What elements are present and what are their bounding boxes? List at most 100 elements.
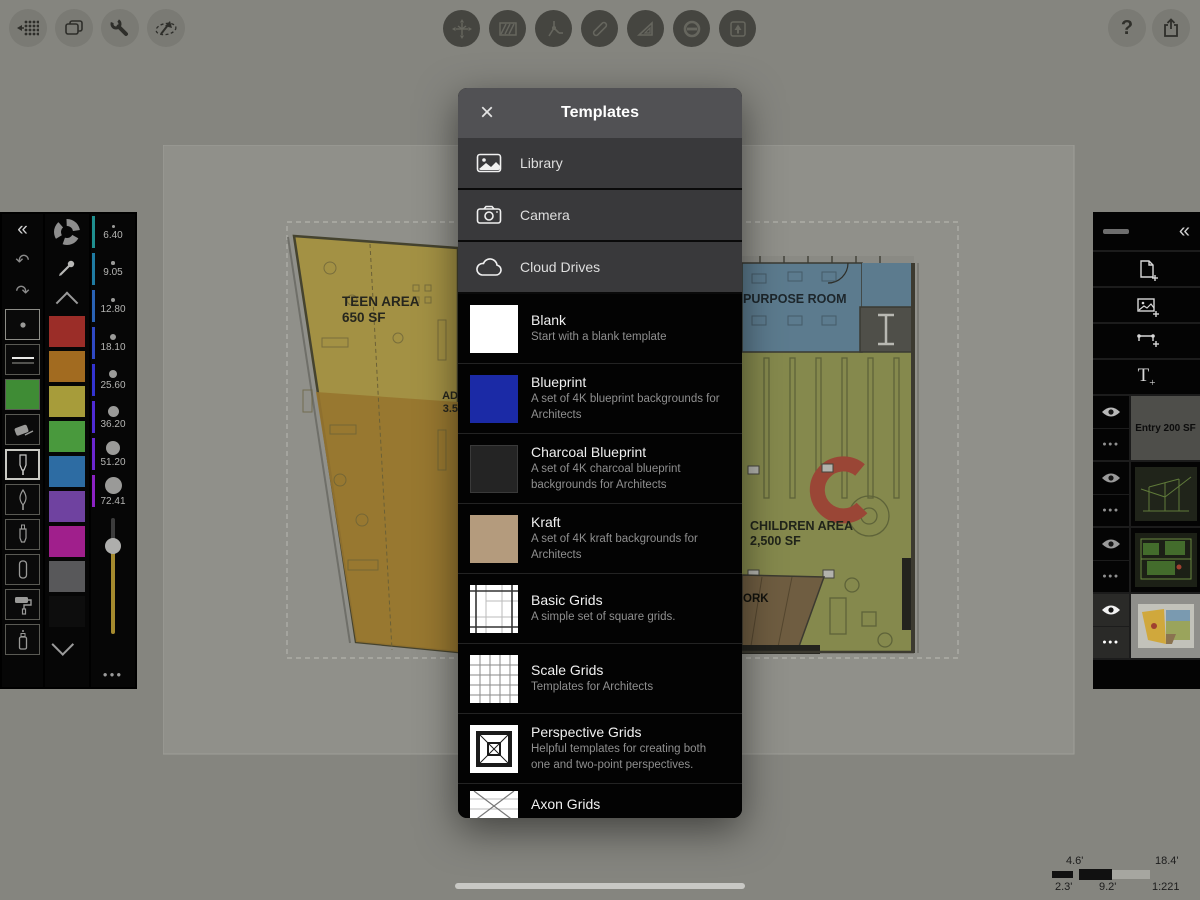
- eraser-icon: [12, 422, 34, 438]
- source-cloud-drives[interactable]: Cloud Drives: [458, 242, 742, 294]
- swatch-black[interactable]: [49, 596, 85, 627]
- ruler-tool-button[interactable]: [581, 10, 618, 47]
- panel-drag-handle[interactable]: [1103, 229, 1129, 234]
- hatch-fill-icon: [497, 18, 519, 40]
- help-button[interactable]: ?: [1108, 9, 1146, 47]
- brush-size-option[interactable]: 25.60: [91, 362, 135, 399]
- source-camera[interactable]: Camera: [458, 190, 742, 242]
- layer-options-button[interactable]: ●●●: [1093, 627, 1129, 659]
- stamp-tool-button[interactable]: [719, 10, 756, 47]
- active-color-well[interactable]: [5, 379, 40, 410]
- swatch-green[interactable]: [49, 421, 85, 452]
- swatch-purple[interactable]: [49, 491, 85, 522]
- template-thumbnail: [470, 515, 518, 563]
- collapse-left-panel-button[interactable]: «: [2, 214, 43, 245]
- layer-options-button[interactable]: ●●●: [1093, 429, 1129, 461]
- layer-row[interactable]: ●●● Entry 200 SF: [1093, 396, 1200, 462]
- undo-button[interactable]: ↶: [2, 245, 43, 276]
- airbrush-tool[interactable]: [5, 624, 40, 655]
- layer-visibility-button[interactable]: [1093, 462, 1129, 495]
- fineliner-pen-tool[interactable]: [5, 449, 40, 480]
- cloud-icon: [475, 258, 503, 277]
- eyedropper-button[interactable]: [45, 250, 89, 286]
- brush-size-option[interactable]: 51.20: [91, 436, 135, 473]
- add-selection-button[interactable]: [1093, 324, 1200, 360]
- source-library[interactable]: Library: [458, 138, 742, 190]
- layer-options-button[interactable]: ●●●: [1093, 495, 1129, 527]
- teen-area-label: TEEN AREA: [342, 294, 420, 309]
- template-charcoal-blueprint[interactable]: Charcoal Blueprint A set of 4K charcoal …: [458, 434, 742, 504]
- brush-size-option[interactable]: 18.10: [91, 325, 135, 362]
- collapse-right-panel-button[interactable]: «: [1179, 220, 1190, 243]
- swatch-scroll-down-button[interactable]: [45, 629, 89, 663]
- scale-bar-light: [1112, 870, 1150, 879]
- swatch-gray[interactable]: [49, 561, 85, 592]
- brush-size-option[interactable]: 6.40: [91, 214, 135, 251]
- documents-button[interactable]: [55, 9, 93, 47]
- chisel-marker-tool[interactable]: [5, 554, 40, 585]
- transform-tool-button[interactable]: [443, 10, 480, 47]
- template-desc: A set of 4K kraft backgrounds for Archit…: [531, 532, 721, 562]
- layer-options-button[interactable]: ●●●: [1093, 561, 1129, 593]
- line-weight-tool[interactable]: [5, 344, 40, 375]
- brush-options-button[interactable]: ●●●: [91, 661, 135, 687]
- color-wheel-button[interactable]: [45, 214, 89, 250]
- template-blank[interactable]: Blank Start with a blank template: [458, 294, 742, 364]
- share-button[interactable]: [1152, 9, 1190, 47]
- brush-pen-tool[interactable]: [5, 484, 40, 515]
- layer-row[interactable]: ●●●: [1093, 528, 1200, 594]
- slider-handle[interactable]: [105, 538, 121, 554]
- plan-sketch-thumbnail: [1135, 533, 1197, 587]
- precision-tool-button[interactable]: [535, 10, 572, 47]
- layer-row-selected[interactable]: ●●●: [1093, 594, 1200, 660]
- swatch-red[interactable]: [49, 316, 85, 347]
- brush-size-option[interactable]: 36.20: [91, 399, 135, 436]
- swatch-orange[interactable]: [49, 351, 85, 382]
- soft-pencil-tool[interactable]: [5, 309, 40, 340]
- home-indicator[interactable]: [455, 883, 745, 889]
- marker-pen-tool[interactable]: [5, 519, 40, 550]
- layer-visibility-button[interactable]: [1093, 396, 1129, 429]
- add-text-button[interactable]: T+: [1093, 360, 1200, 396]
- brush-size-option[interactable]: 12.80: [91, 288, 135, 325]
- swatch-yellow[interactable]: [49, 386, 85, 417]
- swatch-magenta[interactable]: [49, 526, 85, 557]
- eyedropper-icon: [57, 258, 77, 278]
- template-perspective-grids[interactable]: Perspective Grids Helpful templates for …: [458, 714, 742, 784]
- template-scale-grids[interactable]: Scale Grids Templates for Architects: [458, 644, 742, 714]
- fill-tool-button[interactable]: [489, 10, 526, 47]
- settings-button[interactable]: [101, 9, 139, 47]
- layer-thumbnail[interactable]: [1131, 594, 1200, 658]
- dot-tip-icon: [14, 316, 32, 334]
- brush-size-option[interactable]: 72.41: [91, 473, 135, 510]
- template-blueprint[interactable]: Blueprint A set of 4K blueprint backgrou…: [458, 364, 742, 434]
- layer-thumbnail[interactable]: [1131, 462, 1200, 526]
- canvas-grid-button[interactable]: [9, 9, 47, 47]
- size-slider[interactable]: [91, 510, 135, 661]
- roller-tool[interactable]: [5, 589, 40, 620]
- crop-add-icon: [1134, 329, 1160, 353]
- eraser-tool[interactable]: [5, 414, 40, 445]
- set-square-button[interactable]: [627, 10, 664, 47]
- select-tool-button[interactable]: [147, 9, 185, 47]
- redo-button[interactable]: ↷: [2, 276, 43, 307]
- layer-thumbnail[interactable]: Entry 200 SF: [1131, 396, 1200, 460]
- new-page-button[interactable]: [1093, 252, 1200, 288]
- layer-visibility-button[interactable]: [1093, 594, 1129, 627]
- purpose-room-label: PURPOSE ROOM: [743, 292, 847, 306]
- eraser-ring-button[interactable]: [673, 10, 710, 47]
- template-basic-grids[interactable]: Basic Grids A simple set of square grids…: [458, 574, 742, 644]
- layer-row[interactable]: ●●●: [1093, 462, 1200, 528]
- color-wheel-icon: [54, 219, 80, 245]
- close-button[interactable]: ×: [472, 98, 502, 128]
- swatch-blue[interactable]: [49, 456, 85, 487]
- scale-bar-medium: [1079, 869, 1112, 880]
- brush-size-option[interactable]: 9.05: [91, 251, 135, 288]
- layer-visibility-button[interactable]: [1093, 528, 1129, 561]
- template-kraft[interactable]: Kraft A set of 4K kraft backgrounds for …: [458, 504, 742, 574]
- swatch-scroll-up-button[interactable]: [45, 286, 89, 314]
- import-image-button[interactable]: [1093, 288, 1200, 324]
- template-thumbnail: [470, 585, 518, 633]
- layer-thumbnail[interactable]: [1131, 528, 1200, 592]
- template-axon-grids[interactable]: Axon Grids: [458, 784, 742, 818]
